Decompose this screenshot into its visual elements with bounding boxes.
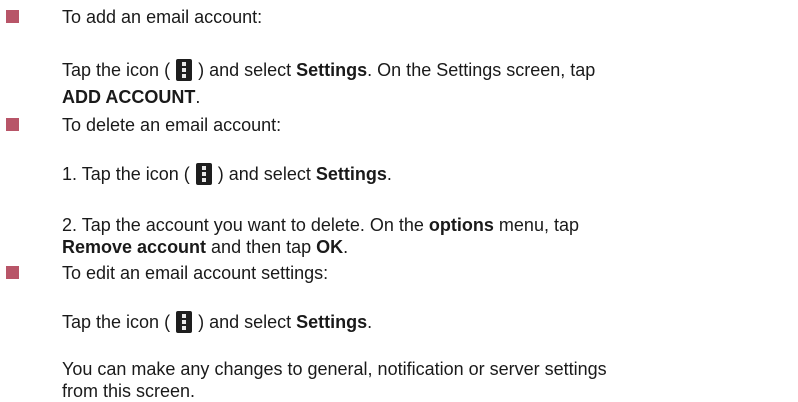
overflow-menu-icon bbox=[195, 163, 212, 185]
edit-account-note-line1: You can make any changes to general, not… bbox=[62, 359, 607, 379]
section-heading-edit-account: To edit an email account settings: bbox=[62, 263, 329, 283]
bullet-square bbox=[6, 118, 19, 131]
delete-account-step2-line2: Remove account and then tap OK. bbox=[62, 237, 349, 257]
edit-account-note-line2: from this screen. bbox=[62, 381, 196, 401]
delete-account-step1: 1. Tap the icon ( ) and select Settings. bbox=[62, 163, 392, 185]
overflow-menu-icon bbox=[176, 311, 193, 333]
section-heading-delete-account: To delete an email account: bbox=[62, 115, 282, 135]
add-account-instruction-line2: ADD ACCOUNT. bbox=[62, 87, 201, 107]
edit-account-instruction: Tap the icon ( ) and select Settings. bbox=[62, 311, 373, 333]
overflow-menu-icon bbox=[176, 59, 193, 81]
add-account-instruction-line1: Tap the icon ( ) and select Settings. On… bbox=[62, 59, 596, 81]
section-heading-add-account: To add an email account: bbox=[62, 7, 263, 27]
help-page: To add an email account: Tap the icon ( … bbox=[0, 0, 798, 401]
delete-account-step2-line1: 2. Tap the account you want to delete. O… bbox=[62, 215, 579, 235]
bullet-square bbox=[6, 10, 19, 23]
bullet-square bbox=[6, 266, 19, 279]
